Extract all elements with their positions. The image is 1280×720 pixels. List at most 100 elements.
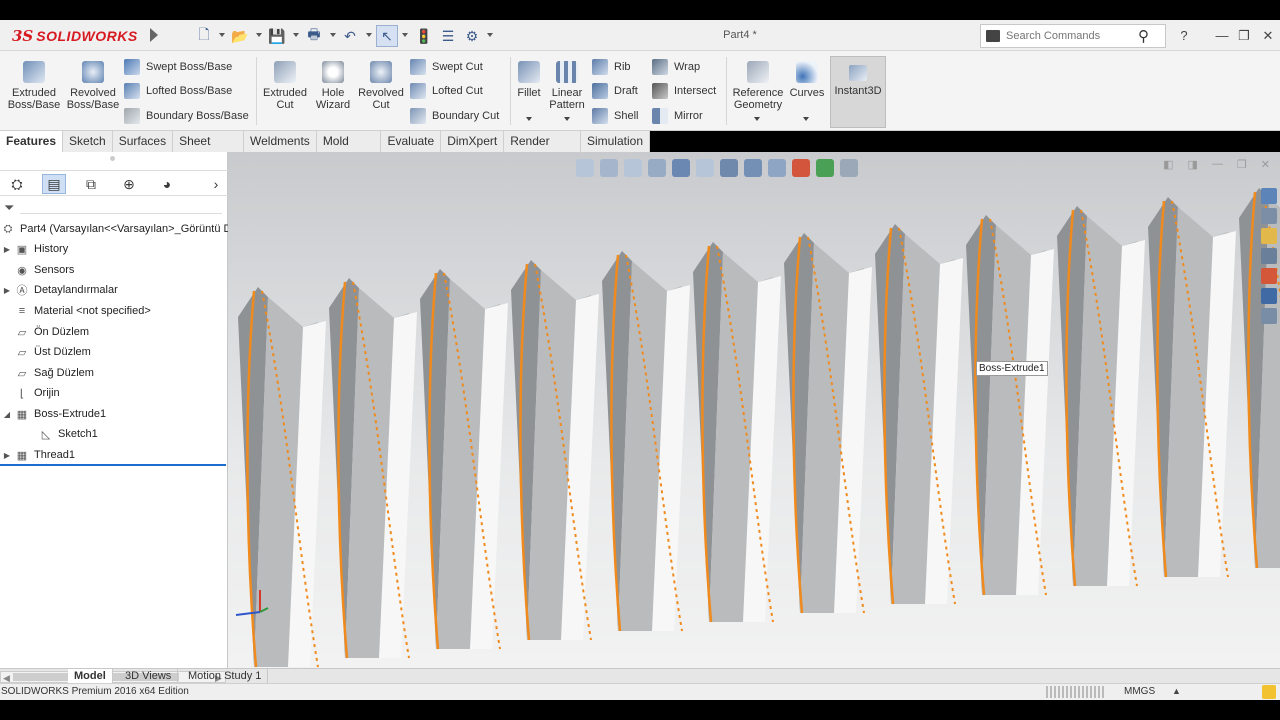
extruded-boss-button[interactable]: Extruded Boss/Base [6,55,62,111]
edit-appearance-icon[interactable] [792,159,810,177]
fillet-button[interactable]: Fillet [512,55,546,99]
units-menu-arrow-icon[interactable]: ▲ [1172,686,1181,696]
tab-motion-study-1[interactable]: Motion Study 1 [182,669,269,684]
wrap-button[interactable]: Wrap [652,57,700,77]
file-explorer-icon[interactable] [1261,248,1277,264]
viewport-restore-icon[interactable]: ❐ [1237,158,1247,171]
view-settings-icon[interactable] [840,159,858,177]
reference-geometry-button[interactable]: Reference Geometry [730,55,786,111]
tab-3d-views[interactable]: 3D Views [119,669,179,684]
tree-item-right-plane[interactable]: ▱ Sağ Düzlem [0,363,94,383]
draft-button[interactable]: Draft [592,81,638,101]
undo-dropdown-icon[interactable] [366,33,372,37]
tree-item-top-plane[interactable]: ▱ Üst Düzlem [0,342,91,362]
tab-render-tools[interactable]: Render Tools [504,131,581,169]
tab-features[interactable]: Features [0,131,64,152]
solidworks-logo[interactable]: 3S SOLIDWORKS [12,24,138,48]
revolved-boss-button[interactable]: Revolved Boss/Base [64,55,122,111]
boundary-boss-button[interactable]: Boundary Boss/Base [124,106,249,126]
tree-item-boss-extrude1[interactable]: ◢ ▦ Boss-Extrude1 [0,404,106,424]
pattern-dropdown-icon[interactable] [564,117,570,121]
tree-item-sensors[interactable]: ◉ Sensors [0,260,74,280]
custom-properties-icon[interactable] [1261,288,1277,304]
viewport-collapse-icon[interactable]: ◧ [1163,158,1173,171]
tab-model[interactable]: Model [68,669,113,684]
configuration-manager-tab-icon[interactable]: ⧉ [79,174,103,194]
shell-button[interactable]: Shell [592,106,638,126]
expand-icon[interactable]: ▶ [0,451,14,460]
tab-sketch[interactable]: Sketch [63,131,113,152]
reference-geometry-dropdown-icon[interactable] [754,117,760,121]
tree-item-annotations[interactable]: ▶ Ⓐ Detaylandırmalar [0,280,118,300]
help-icon[interactable]: ? [1174,26,1194,46]
hide-show-items-icon[interactable] [768,159,786,177]
property-manager-tab-icon[interactable]: ▤ [42,174,66,194]
tab-surfaces[interactable]: Surfaces [113,131,174,152]
filter-icon[interactable]: ⏷ [4,200,14,216]
swept-cut-button[interactable]: Swept Cut [410,57,483,77]
lofted-boss-button[interactable]: Lofted Boss/Base [124,81,232,101]
feature-manager-tab-icon[interactable]: ⛭ [5,174,29,194]
search-input[interactable] [1006,30,1136,42]
search-icon[interactable]: ⚲ [1138,27,1149,45]
print-dropdown-icon[interactable] [330,33,336,37]
resources-icon[interactable] [1261,208,1277,224]
dynamic-annotation-icon[interactable] [672,159,690,177]
extruded-cut-button[interactable]: Extruded Cut [260,55,310,111]
boundary-cut-button[interactable]: Boundary Cut [410,106,499,126]
tree-item-history[interactable]: ▶ ▣ History [0,239,68,259]
fillet-dropdown-icon[interactable] [526,117,532,121]
tree-item-thread1[interactable]: ▶ ▦ Thread1 [0,445,75,465]
open-dropdown-icon[interactable] [256,33,262,37]
thread-model[interactable] [228,152,1280,668]
print-icon[interactable]: 🖶 [303,25,325,47]
revolved-cut-button[interactable]: Revolved Cut [356,55,406,111]
tree-item-origin[interactable]: ⌊ Orijin [0,383,60,403]
save-icon[interactable]: 💾 [266,25,288,47]
graphics-area[interactable]: ◧ ◨ — ❐ ✕ Boss-Extrude1 [228,152,1280,668]
zoom-to-area-icon[interactable] [600,159,618,177]
tree-root-part[interactable]: ⛭ Part4 (Varsayılan<<Varsayılan>_Görüntü… [0,219,238,239]
rib-button[interactable]: Rib [592,57,631,77]
viewport-expand-icon[interactable]: ◨ [1188,158,1198,171]
menu-expand-arrow-icon[interactable] [150,28,158,42]
zoom-to-fit-icon[interactable] [576,159,594,177]
tab-evaluate[interactable]: Evaluate [381,131,442,152]
hole-wizard-button[interactable]: Hole Wizard [312,55,354,111]
home-icon[interactable] [1261,188,1277,204]
intersect-button[interactable]: Intersect [652,81,716,101]
options-gear-icon[interactable]: ⚙ [461,25,483,47]
view-orientation-icon[interactable] [720,159,738,177]
section-view-icon[interactable] [648,159,666,177]
search-commands-box[interactable]: ⚲ [980,24,1166,48]
curves-button[interactable]: Curves [788,55,826,99]
rotate-view-icon[interactable] [696,159,714,177]
units-label[interactable]: MMGS [1124,686,1155,697]
tab-dimxpert[interactable]: DimXpert [441,131,505,152]
linear-pattern-button[interactable]: Linear Pattern [548,55,586,111]
expand-icon[interactable]: ▶ [0,245,14,254]
swept-boss-button[interactable]: Swept Boss/Base [124,57,232,77]
lofted-cut-button[interactable]: Lofted Cut [410,81,483,101]
select-pointer-icon[interactable]: ↖ [376,25,398,47]
tree-item-front-plane[interactable]: ▱ Ön Düzlem [0,322,89,342]
rollback-bar[interactable] [0,464,226,466]
appearances-icon[interactable] [1261,268,1277,284]
options-dropdown-icon[interactable] [487,33,493,37]
tab-mold-tools[interactable]: Mold Tools [317,131,382,169]
dimxpert-manager-tab-icon[interactable]: ⊕ [117,174,141,194]
collapse-icon[interactable]: ◢ [0,410,14,419]
new-dropdown-icon[interactable] [219,33,225,37]
minimize-icon[interactable]: — [1212,26,1232,46]
instant3d-button[interactable]: Instant3D [830,56,886,128]
viewport-close-icon[interactable]: ✕ [1261,158,1270,171]
open-folder-icon[interactable]: 📂 [229,25,251,47]
restore-icon[interactable]: ❐ [1234,26,1254,46]
design-library-icon[interactable] [1261,228,1277,244]
display-manager-tab-icon[interactable]: ◕ [155,174,179,194]
quick-tips-icon[interactable] [1262,685,1276,699]
apply-scene-icon[interactable] [816,159,834,177]
tree-item-sketch1[interactable]: ◺ Sketch1 [24,424,98,444]
tab-simulation[interactable]: Simulation [581,131,650,152]
previous-view-icon[interactable] [624,159,642,177]
